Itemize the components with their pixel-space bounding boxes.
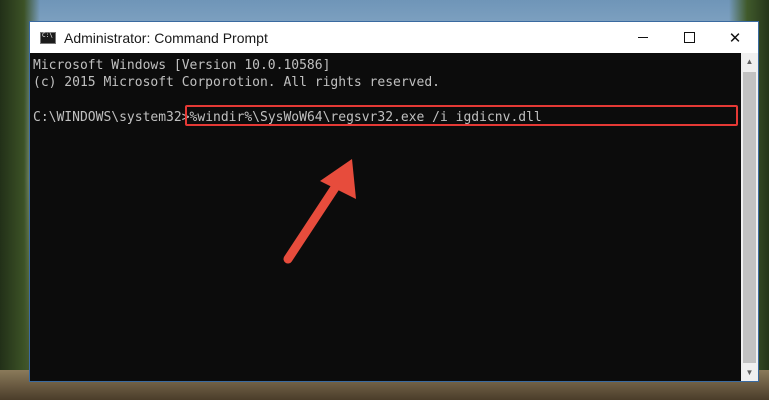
window-title: Administrator: Command Prompt: [64, 29, 268, 46]
console-line-copyright: (c) 2015 Microsoft Corporotion. All righ…: [33, 75, 440, 90]
scroll-up-arrow-icon[interactable]: ▲: [741, 53, 758, 70]
cmd-icon[interactable]: [40, 31, 56, 44]
console-line-version: Microsoft Windows [Version 10.0.10586]: [33, 58, 331, 73]
close-icon: ✕: [728, 29, 742, 47]
command-prompt-window: Administrator: Command Prompt ✕ Microsof…: [29, 21, 759, 382]
pointer-arrow-icon: [283, 159, 356, 264]
maximize-icon: [683, 32, 695, 43]
console-output[interactable]: Microsoft Windows [Version 10.0.10586] (…: [30, 53, 741, 381]
minimize-icon: [638, 37, 648, 38]
minimize-button[interactable]: [620, 22, 666, 53]
scroll-thumb[interactable]: [743, 72, 756, 363]
scroll-down-arrow-icon[interactable]: ▼: [741, 364, 758, 381]
prompt-text: C:\WINDOWS\system32>: [33, 110, 190, 125]
close-button[interactable]: ✕: [712, 22, 758, 53]
title-bar[interactable]: Administrator: Command Prompt ✕: [30, 22, 758, 53]
maximize-button[interactable]: [666, 22, 712, 53]
vertical-scrollbar[interactable]: ▲ ▼: [741, 53, 758, 381]
command-highlight-box: [185, 105, 738, 126]
